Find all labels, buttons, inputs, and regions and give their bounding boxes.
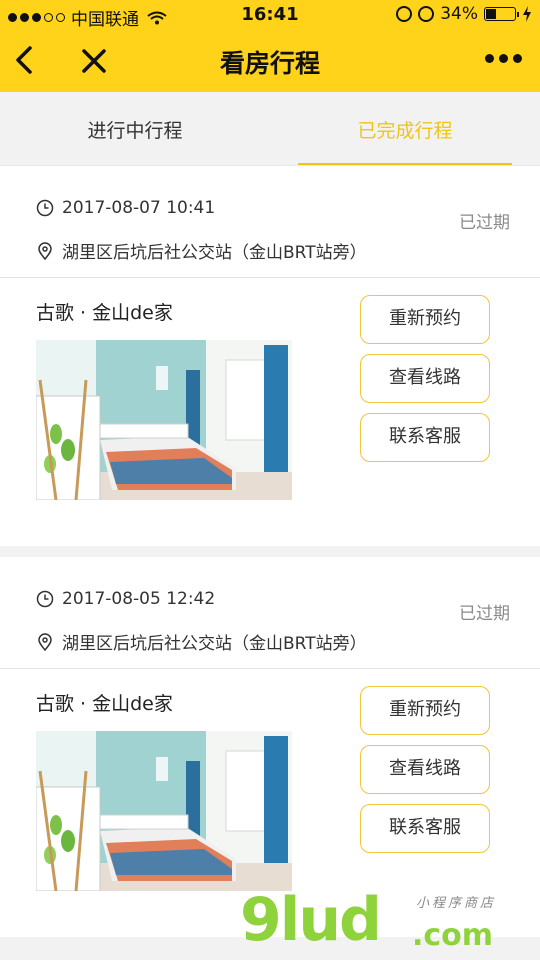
tab-bar: 进行中行程 已完成行程 [0, 92, 540, 166]
contact-service-button[interactable]: 联系客服 [360, 804, 490, 853]
status-badge: 已过期 [459, 213, 510, 233]
watermark-brand: 9lud [240, 885, 382, 955]
house-name[interactable]: 古歌 · 金山de家 [36, 298, 173, 325]
view-route-button[interactable]: 查看线路 [360, 745, 490, 794]
trip-card: 2017-08-05 12:42 湖里区后坑后社公交站（金山BRT站旁） 已过期… [0, 557, 540, 937]
watermark: 9lud 小程序商店 .com [240, 888, 540, 960]
status-bar: 中国联通 16:41 34% [0, 0, 540, 30]
location-pin-icon [38, 632, 52, 651]
trip-card: 2017-08-07 10:41 湖里区后坑后社公交站（金山BRT站旁） 已过期… [0, 166, 540, 546]
trip-card-header: 2017-08-07 10:41 湖里区后坑后社公交站（金山BRT站旁） 已过期 [0, 166, 540, 278]
trip-datetime: 2017-08-05 12:42 [62, 589, 216, 609]
alarm-icon [418, 6, 435, 22]
location-pin-icon [38, 241, 52, 260]
trip-card-header: 2017-08-05 12:42 湖里区后坑后社公交站（金山BRT站旁） 已过期 [0, 557, 540, 669]
clock-icon [36, 199, 54, 217]
tab-in-progress[interactable]: 进行中行程 [0, 92, 270, 165]
orientation-lock-icon [396, 6, 413, 22]
battery-percent: 34% [440, 4, 478, 24]
trip-address: 湖里区后坑后社公交站（金山BRT站旁） [62, 634, 367, 654]
more-icon[interactable] [485, 54, 522, 63]
clock-icon [36, 590, 54, 608]
house-photo[interactable] [36, 731, 292, 891]
rebook-button[interactable]: 重新预约 [360, 295, 490, 344]
trip-datetime: 2017-08-07 10:41 [62, 198, 216, 218]
view-route-button[interactable]: 查看线路 [360, 354, 490, 403]
house-photo[interactable] [36, 340, 292, 500]
trip-card-body: 古歌 · 金山de家 重新预约 查看线路 联系客服 [0, 278, 540, 546]
tab-completed[interactable]: 已完成行程 [270, 92, 540, 165]
charging-icon [523, 6, 531, 22]
rebook-button[interactable]: 重新预约 [360, 686, 490, 735]
contact-service-button[interactable]: 联系客服 [360, 413, 490, 462]
house-name[interactable]: 古歌 · 金山de家 [36, 689, 173, 716]
status-badge: 已过期 [459, 604, 510, 624]
page-title: 看房行程 [219, 49, 320, 78]
watermark-suffix: .com [412, 918, 494, 953]
battery-icon [484, 7, 519, 21]
watermark-tagline: 小程序商店 [416, 896, 497, 911]
nav-bar: 看房行程 [0, 30, 540, 92]
trip-address: 湖里区后坑后社公交站（金山BRT站旁） [62, 243, 367, 263]
